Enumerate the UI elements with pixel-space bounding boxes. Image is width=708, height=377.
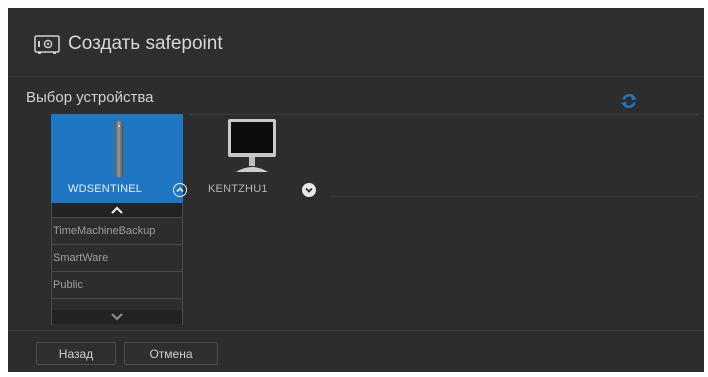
device-tile-kentzhu1[interactable]: KENTZHU1 bbox=[196, 114, 328, 203]
header-divider bbox=[8, 76, 704, 77]
monitor-icon bbox=[228, 119, 276, 172]
dialog-title: Создать safepoint bbox=[68, 33, 223, 54]
share-label: TimeMachineBackup bbox=[53, 225, 156, 237]
device-label: WDSENTINEL bbox=[68, 183, 143, 195]
safe-icon bbox=[34, 35, 60, 54]
refresh-icon[interactable] bbox=[620, 92, 638, 110]
chevron-up-icon bbox=[111, 206, 123, 214]
content-divider bbox=[330, 196, 698, 197]
cancel-button[interactable]: Отмена bbox=[124, 342, 218, 365]
device-label: KENTZHU1 bbox=[208, 183, 268, 195]
list-item[interactable]: SmartWare bbox=[52, 244, 182, 271]
chevron-up-circle-icon[interactable] bbox=[173, 183, 187, 197]
section-title: Выбор устройства bbox=[26, 89, 154, 106]
dialog-header: Создать safepoint bbox=[8, 8, 704, 76]
list-item[interactable]: TimeMachineBackup bbox=[52, 217, 182, 244]
footer-divider bbox=[8, 330, 704, 331]
create-safepoint-dialog: Создать safepoint Выбор устройства WDSEN… bbox=[8, 8, 704, 372]
share-list: TimeMachineBackup SmartWare Public bbox=[51, 203, 183, 325]
nas-drive-icon bbox=[115, 121, 123, 177]
share-label: SmartWare bbox=[53, 252, 109, 264]
chevron-down-icon bbox=[111, 313, 123, 321]
chevron-down-circle-icon[interactable] bbox=[302, 183, 316, 197]
back-button[interactable]: Назад bbox=[36, 342, 116, 365]
device-tile-wdsentinel[interactable]: WDSENTINEL bbox=[51, 114, 187, 203]
scroll-up-button[interactable] bbox=[52, 203, 182, 217]
scroll-down-button[interactable] bbox=[52, 310, 182, 324]
share-label: Public bbox=[53, 279, 83, 291]
list-item[interactable]: Public bbox=[52, 271, 182, 298]
